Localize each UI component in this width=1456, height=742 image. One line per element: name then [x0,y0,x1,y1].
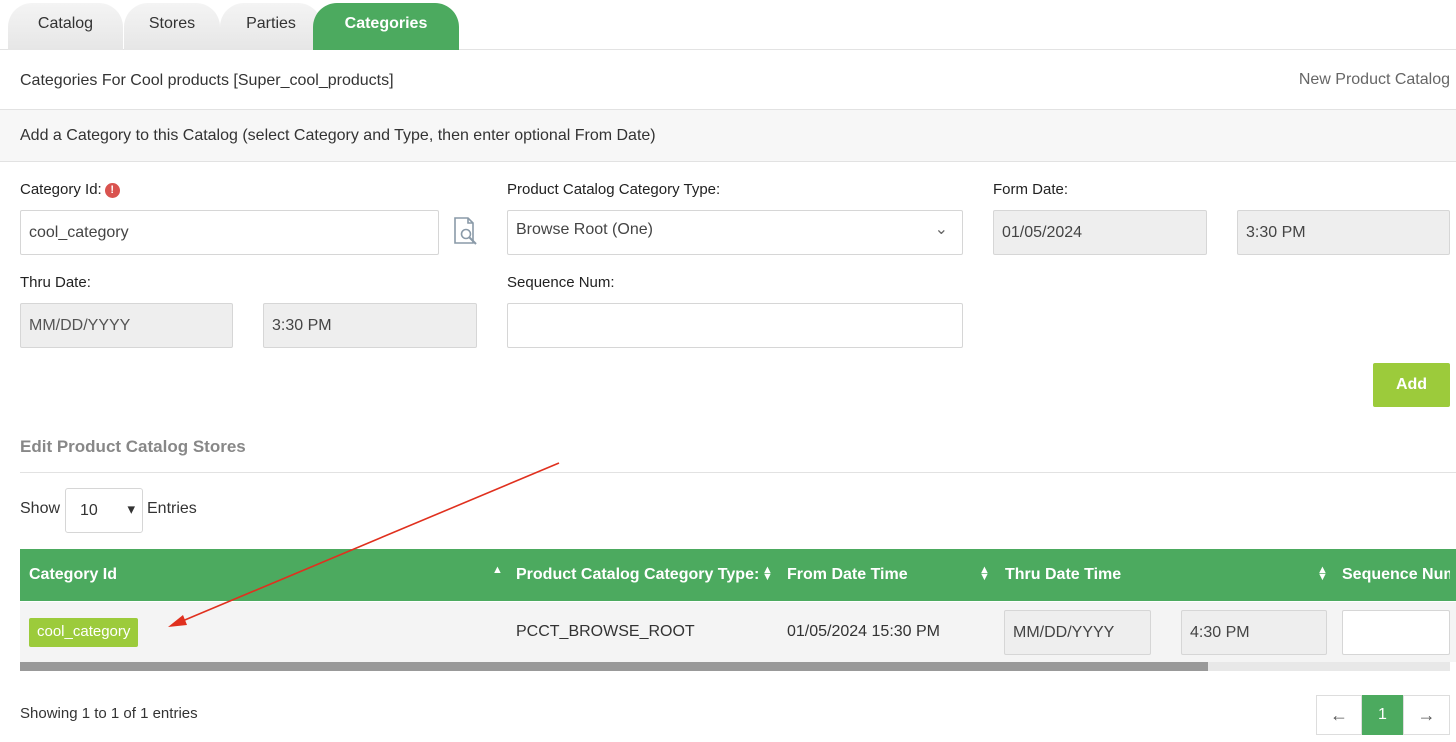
page: Catalog Stores Parties Categories Catego… [0,0,1456,742]
annotation-arrow [168,462,560,627]
